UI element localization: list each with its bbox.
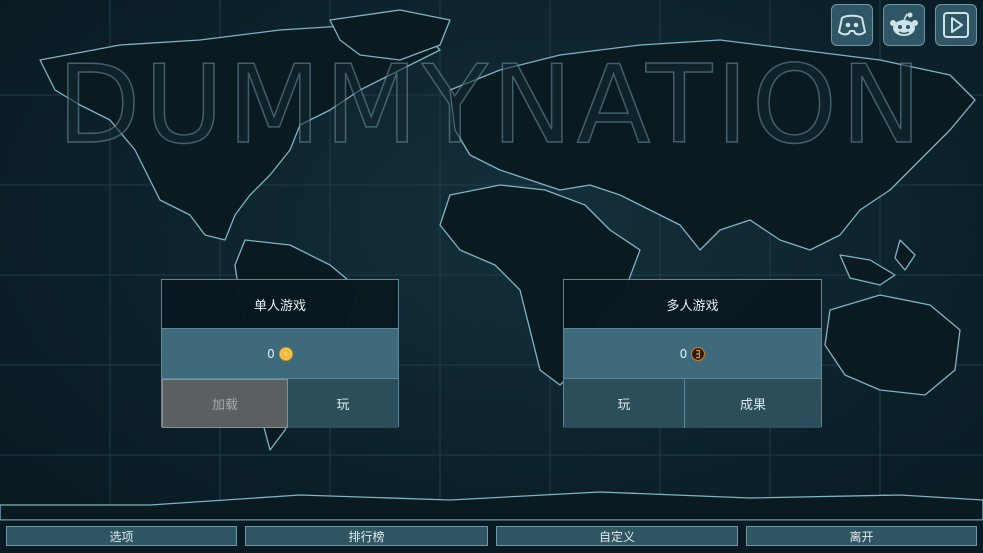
single-player-title: 单人游戏 [162,280,398,328]
quit-button[interactable]: 离开 [746,526,977,546]
multiplayer-title: 多人游戏 [564,280,821,328]
multiplayer-actions: 玩 成果 [564,379,821,428]
multiplayer-panel: 多人游戏 0 玩 成果 [563,279,822,428]
reddit-icon [890,12,918,36]
bottom-menu-bar: 选项 排行榜 自定义 离开 [0,520,983,553]
options-button[interactable]: 选项 [6,526,237,546]
single-player-actions: 加载 玩 [162,379,398,428]
multiplayer-currency: 0 [564,328,821,379]
customize-button[interactable]: 自定义 [496,526,738,546]
single-play-button[interactable]: 玩 [288,379,398,428]
gold-amount: 0 [267,346,275,361]
token-amount: 0 [679,346,688,361]
reddit-button[interactable] [883,4,925,46]
leaderboard-button[interactable]: 排行榜 [245,526,488,546]
game-title: DUMMYNATION [57,43,926,168]
bronze-token-icon [691,346,706,361]
single-player-panel: 单人游戏 0 加载 玩 [161,279,399,428]
store-play-button[interactable] [935,4,977,46]
top-right-links [831,4,977,46]
discord-button[interactable] [831,4,873,46]
load-button[interactable]: 加载 [162,379,288,428]
multi-play-button[interactable]: 玩 [564,379,685,428]
achievements-button[interactable]: 成果 [685,379,821,428]
play-icon [943,12,969,38]
single-player-currency: 0 [162,328,398,379]
main-menu-screen: DUMMYNATION 单人游戏 0 加载 玩 多人游戏 0 玩 成果 选项 排… [0,0,983,553]
discord-icon [837,14,867,36]
gold-coin-icon [278,346,293,361]
